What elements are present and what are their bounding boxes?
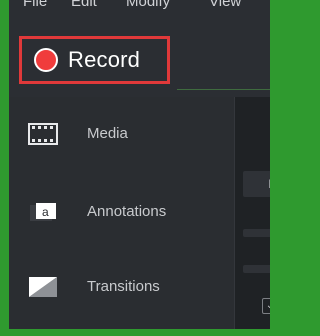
transition-icon bbox=[28, 276, 58, 303]
film-strip-icon bbox=[28, 123, 58, 150]
record-button[interactable]: Record bbox=[19, 36, 170, 84]
record-dot-icon bbox=[34, 48, 58, 72]
menu-file[interactable]: File bbox=[23, 0, 47, 13]
annotation-icon: a bbox=[28, 201, 58, 228]
panel-slider-track[interactable] bbox=[243, 265, 270, 273]
svg-text:a: a bbox=[42, 205, 49, 219]
properties-panel: I ⌄ bbox=[234, 97, 270, 329]
sidebar-item-label: Annotations bbox=[87, 202, 167, 220]
window-frame: File Edit Modify View Record Media a Ann… bbox=[0, 0, 270, 336]
panel-slider-track[interactable] bbox=[243, 229, 270, 237]
sidebar-item-transitions[interactable]: Transitions bbox=[9, 256, 234, 316]
toolbar-header: Record bbox=[9, 22, 270, 97]
chevron-down-icon[interactable]: ⌄ bbox=[262, 298, 270, 314]
menu-edit[interactable]: Edit bbox=[71, 0, 97, 13]
panel-field-label: I bbox=[268, 177, 270, 191]
sidebar-item-media[interactable]: Media bbox=[9, 103, 234, 163]
menu-bar: File Edit Modify View bbox=[9, 0, 270, 22]
menu-modify[interactable]: Modify bbox=[126, 0, 170, 13]
sidebar-item-annotations[interactable]: a Annotations bbox=[9, 181, 234, 241]
panel-field[interactable]: I bbox=[243, 171, 270, 197]
sidebar-item-label: Transitions bbox=[87, 277, 160, 295]
record-label: Record bbox=[68, 47, 141, 72]
sidebar-item-label: Media bbox=[87, 124, 128, 142]
app-window: File Edit Modify View Record Media a Ann… bbox=[9, 0, 270, 329]
menu-view[interactable]: View bbox=[209, 0, 241, 13]
header-divider bbox=[177, 89, 270, 90]
sidebar: Media a Annotations Transitions bbox=[9, 97, 234, 329]
